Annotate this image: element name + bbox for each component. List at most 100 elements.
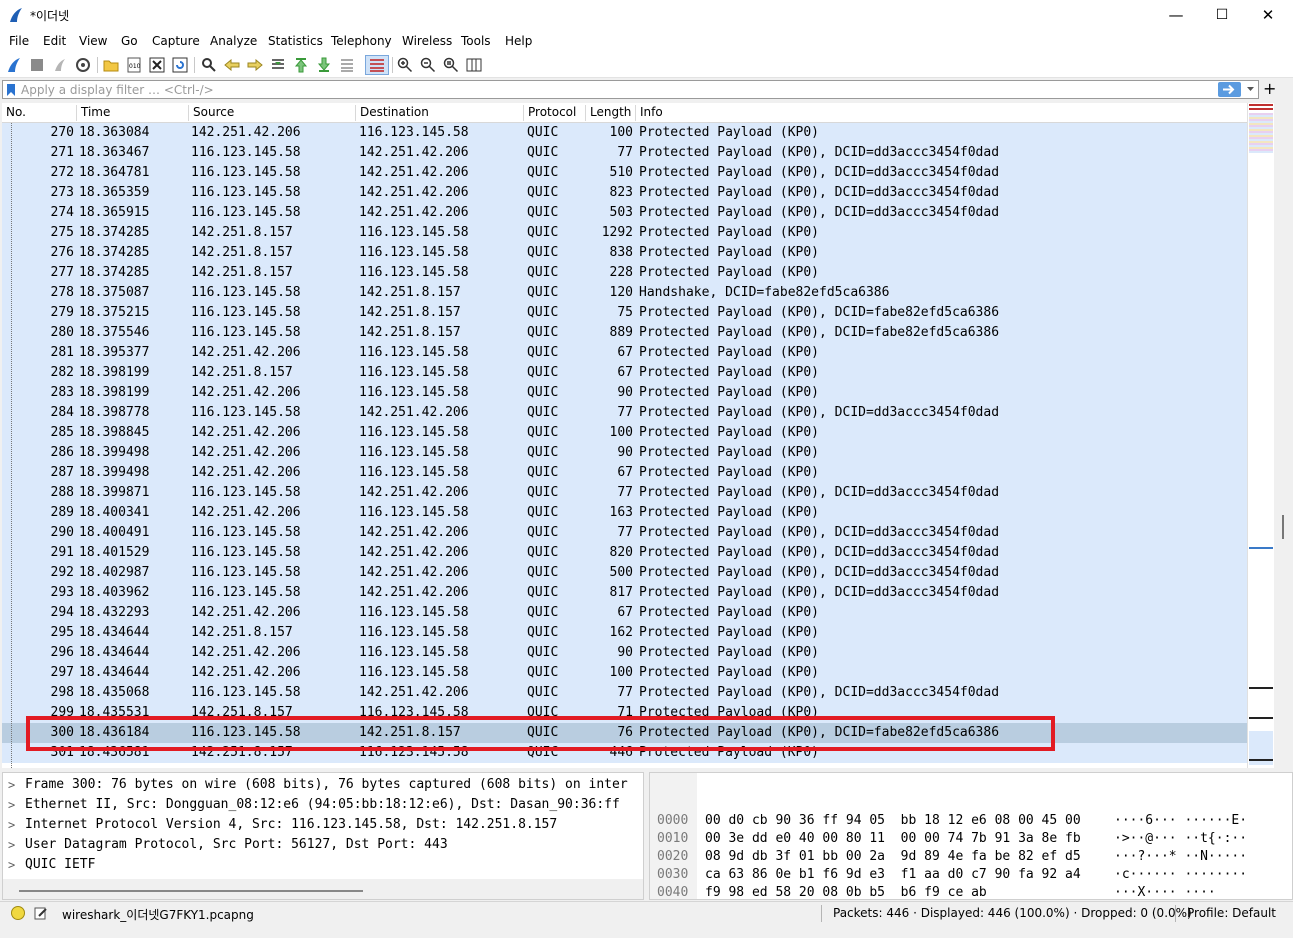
horizontal-scrollbar[interactable] bbox=[3, 879, 643, 899]
go-last-icon[interactable] bbox=[315, 56, 333, 74]
column-header-protocol[interactable]: Protocol bbox=[524, 105, 586, 121]
vertical-scrollbar[interactable] bbox=[1274, 103, 1293, 768]
detail-row-ip[interactable]: > Internet Protocol Version 4, Src: 116.1… bbox=[3, 815, 643, 835]
menu-go[interactable]: Go bbox=[121, 34, 138, 48]
menu-analyze[interactable]: Analyze bbox=[210, 34, 257, 48]
packet-row[interactable]: 279 18.375215 116.123.145.58 142.251.8.157 Q… bbox=[2, 303, 1247, 323]
find-packet-icon[interactable] bbox=[200, 56, 218, 74]
packet-row[interactable]: 286 18.399498 142.251.42.206 116.123.145.58… bbox=[2, 443, 1247, 463]
cell-src: 116.123.145.58 bbox=[191, 525, 301, 540]
packet-row[interactable]: 275 18.374285 142.251.8.157 116.123.145.58 Q… bbox=[2, 223, 1247, 243]
packet-row[interactable]: 288 18.399871 116.123.145.58 142.251.42.206… bbox=[2, 483, 1247, 503]
packet-row[interactable]: 284 18.398778 116.123.145.58 142.251.42.206… bbox=[2, 403, 1247, 423]
column-header-destination[interactable]: Destination bbox=[356, 105, 524, 121]
column-header-time[interactable]: Time bbox=[77, 105, 189, 121]
column-header-source[interactable]: Source bbox=[189, 105, 356, 121]
save-file-icon[interactable]: 0101 bbox=[125, 56, 143, 74]
packet-row[interactable]: 280 18.375546 116.123.145.58 142.251.8.157 Q… bbox=[2, 323, 1247, 343]
packet-row[interactable]: 293 18.403962 116.123.145.58 142.251.42.206… bbox=[2, 583, 1247, 603]
packet-row[interactable]: 272 18.364781 116.123.145.58 142.251.42.206… bbox=[2, 163, 1247, 183]
close-button[interactable]: ✕ bbox=[1245, 0, 1291, 31]
cell-no: 300 bbox=[50, 725, 74, 740]
colorize-icon[interactable] bbox=[365, 55, 389, 75]
packet-row[interactable]: 292 18.402987 116.123.145.58 142.251.42.206… bbox=[2, 563, 1247, 583]
detail-row-quic[interactable]: > QUIC IETF bbox=[3, 855, 643, 875]
apply-filter-button[interactable] bbox=[1218, 82, 1241, 97]
column-header-no[interactable]: No. bbox=[2, 105, 77, 121]
capture-options-icon[interactable] bbox=[74, 56, 92, 74]
bookmark-icon[interactable] bbox=[6, 83, 16, 97]
column-header-length[interactable]: Length bbox=[586, 105, 636, 121]
column-header-info[interactable]: Info bbox=[636, 105, 1247, 121]
close-file-icon[interactable] bbox=[148, 56, 166, 74]
arrow-right-icon bbox=[1223, 84, 1235, 95]
display-filter-input[interactable] bbox=[21, 82, 1201, 97]
minimize-button[interactable]: — bbox=[1153, 0, 1199, 31]
cell-no: 290 bbox=[50, 525, 74, 540]
zoom-normal-icon[interactable] bbox=[442, 56, 460, 74]
open-file-icon[interactable] bbox=[102, 56, 120, 74]
menu-view[interactable]: View bbox=[79, 34, 107, 48]
expert-info-icon[interactable] bbox=[11, 906, 25, 920]
profile-status[interactable]: Profile: Default bbox=[1187, 906, 1276, 920]
go-first-icon[interactable] bbox=[292, 56, 310, 74]
start-capture-icon[interactable] bbox=[5, 56, 23, 74]
resize-columns-icon[interactable] bbox=[465, 56, 483, 74]
expand-arrow-icon[interactable]: > bbox=[8, 795, 15, 815]
menu-file[interactable]: File bbox=[9, 34, 29, 48]
autoscroll-icon[interactable] bbox=[338, 56, 356, 74]
go-back-icon[interactable] bbox=[223, 56, 241, 74]
restart-capture-icon[interactable] bbox=[51, 56, 69, 74]
add-filter-button[interactable]: + bbox=[1263, 79, 1276, 98]
packet-row[interactable]: 298 18.435068 116.123.145.58 142.251.42.206… bbox=[2, 683, 1247, 703]
packet-row[interactable]: 295 18.434644 142.251.8.157 116.123.145.58 Q… bbox=[2, 623, 1247, 643]
packet-row[interactable]: 278 18.375087 116.123.145.58 142.251.8.157 Q… bbox=[2, 283, 1247, 303]
packet-row[interactable]: 277 18.374285 142.251.8.157 116.123.145.58 Q… bbox=[2, 263, 1247, 283]
maximize-button[interactable]: ☐ bbox=[1199, 0, 1245, 31]
menu-telephony[interactable]: Telephony bbox=[331, 34, 392, 48]
menu-capture[interactable]: Capture bbox=[152, 34, 200, 48]
expand-arrow-icon[interactable]: > bbox=[8, 835, 15, 855]
packet-row[interactable]: 285 18.398845 142.251.42.206 116.123.145.58… bbox=[2, 423, 1247, 443]
expand-arrow-icon[interactable]: > bbox=[8, 855, 15, 875]
packet-row[interactable]: 289 18.400341 142.251.42.206 116.123.145.58… bbox=[2, 503, 1247, 523]
zoom-out-icon[interactable] bbox=[419, 56, 437, 74]
scrollbar-thumb[interactable] bbox=[1282, 515, 1284, 539]
packet-row[interactable]: 296 18.434644 142.251.42.206 116.123.145.58… bbox=[2, 643, 1247, 663]
chevron-down-icon[interactable] bbox=[1246, 86, 1255, 93]
detail-row-frame[interactable]: > Frame 300: 76 bytes on wire (608 bits),… bbox=[3, 775, 643, 795]
zoom-in-icon[interactable] bbox=[396, 56, 414, 74]
packet-row[interactable]: 271 18.363467 116.123.145.58 142.251.42.206… bbox=[2, 143, 1247, 163]
packet-row[interactable]: 273 18.365359 116.123.145.58 142.251.42.206… bbox=[2, 183, 1247, 203]
packet-row[interactable]: 274 18.365915 116.123.145.58 142.251.42.206… bbox=[2, 203, 1247, 223]
detail-row-udp[interactable]: > User Datagram Protocol, Src Port: 56127… bbox=[3, 835, 643, 855]
menu-wireless[interactable]: Wireless bbox=[402, 34, 452, 48]
edit-comment-icon[interactable] bbox=[34, 906, 48, 920]
packet-row[interactable]: 294 18.432293 142.251.42.206 116.123.145.58… bbox=[2, 603, 1247, 623]
packet-minimap[interactable] bbox=[1247, 103, 1274, 768]
packet-row-selected[interactable]: 300 18.436184 116.123.145.58 142.251.8.157 Q… bbox=[2, 723, 1247, 743]
packet-row[interactable]: 301 18.436581 142.251.8.157 116.123.145.58 Q… bbox=[2, 743, 1247, 763]
menu-help[interactable]: Help bbox=[505, 34, 532, 48]
packet-row[interactable]: 287 18.399498 142.251.42.206 116.123.145.58… bbox=[2, 463, 1247, 483]
go-to-packet-icon[interactable] bbox=[269, 56, 287, 74]
packet-row[interactable]: 282 18.398199 142.251.8.157 116.123.145.58 Q… bbox=[2, 363, 1247, 383]
packet-row[interactable]: 291 18.401529 116.123.145.58 142.251.42.206… bbox=[2, 543, 1247, 563]
stop-capture-icon[interactable] bbox=[28, 56, 46, 74]
packet-row[interactable]: 276 18.374285 142.251.8.157 116.123.145.58 Q… bbox=[2, 243, 1247, 263]
menu-statistics[interactable]: Statistics bbox=[268, 34, 323, 48]
menu-edit[interactable]: Edit bbox=[43, 34, 66, 48]
reload-file-icon[interactable] bbox=[171, 56, 189, 74]
packet-row[interactable]: 290 18.400491 116.123.145.58 142.251.42.206… bbox=[2, 523, 1247, 543]
packet-row[interactable]: 270 18.363084 142.251.42.206 116.123.145.58… bbox=[2, 123, 1247, 143]
expand-arrow-icon[interactable]: > bbox=[8, 815, 15, 835]
scrollbar-thumb[interactable] bbox=[19, 890, 363, 892]
packet-row[interactable]: 283 18.398199 142.251.42.206 116.123.145.58… bbox=[2, 383, 1247, 403]
packet-row[interactable]: 281 18.395377 142.251.42.206 116.123.145.58… bbox=[2, 343, 1247, 363]
expand-arrow-icon[interactable]: > bbox=[8, 775, 15, 795]
detail-row-ethernet[interactable]: > Ethernet II, Src: Dongguan_08:12:e6 (94… bbox=[3, 795, 643, 815]
packet-row[interactable]: 297 18.434644 142.251.42.206 116.123.145.58… bbox=[2, 663, 1247, 683]
packet-row[interactable]: 299 18.435531 142.251.8.157 116.123.145.58 Q… bbox=[2, 703, 1247, 723]
go-forward-icon[interactable] bbox=[246, 56, 264, 74]
menu-tools[interactable]: Tools bbox=[461, 34, 491, 48]
